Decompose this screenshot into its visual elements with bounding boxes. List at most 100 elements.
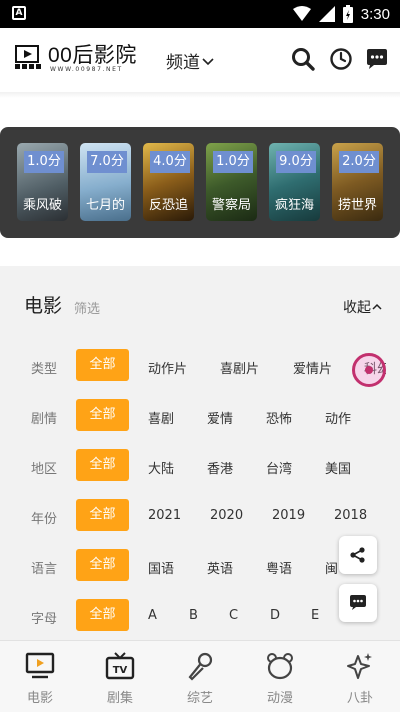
poster-card[interactable]: 9.0分 疯狂海 bbox=[269, 143, 320, 221]
filter-option-all[interactable]: 全部 bbox=[76, 549, 129, 581]
filter-option[interactable]: 台湾 bbox=[266, 458, 292, 477]
poster-card[interactable]: 2.0分 捞世界 bbox=[332, 143, 383, 221]
filter-option[interactable]: 大陆 bbox=[148, 458, 174, 477]
filter-option[interactable]: E bbox=[311, 608, 319, 623]
app-header: 00后影院 WWW.00987.NET 频道 bbox=[0, 28, 400, 92]
filter-row-label: 年份 bbox=[31, 512, 58, 527]
filter-option-all[interactable]: 全部 bbox=[76, 449, 129, 481]
filter-option[interactable]: 动作片 bbox=[148, 358, 187, 377]
filter-row-label: 语言 bbox=[31, 562, 58, 577]
score-badge: 2.0分 bbox=[339, 151, 379, 173]
filter-option-all[interactable]: 全部 bbox=[76, 349, 129, 381]
tab-label: 动漫 bbox=[266, 691, 293, 706]
filter-option[interactable]: 香港 bbox=[207, 458, 233, 477]
bottom-navigation: 电影 TV 剧集 综艺 动漫 八卦 bbox=[0, 640, 400, 712]
status-bar: A 3:30 bbox=[0, 0, 400, 28]
signal-icon bbox=[318, 6, 335, 22]
filter-option[interactable]: 恐怖 bbox=[266, 408, 292, 427]
score-badge: 1.0分 bbox=[213, 151, 253, 173]
poster-title: 乘风破 bbox=[22, 198, 62, 213]
logo-title: 00后影院 bbox=[48, 44, 137, 67]
filter-option[interactable]: 2020 bbox=[210, 508, 243, 523]
filter-option[interactable]: 爱情 bbox=[207, 408, 233, 427]
filter-row-label: 剧情 bbox=[31, 412, 58, 427]
score-badge: 7.0分 bbox=[87, 151, 127, 173]
bear-icon bbox=[267, 653, 293, 680]
channel-dropdown[interactable]: 频道 bbox=[166, 48, 214, 73]
filter-option[interactable]: 闽 bbox=[325, 558, 338, 577]
filter-option[interactable]: 国语 bbox=[148, 558, 174, 577]
poster-title: 捞世界 bbox=[337, 198, 377, 213]
filter-option[interactable]: 美国 bbox=[325, 458, 351, 477]
message-icon[interactable] bbox=[364, 46, 390, 72]
filter-option[interactable]: 爱情片 bbox=[293, 358, 332, 377]
tab-anime[interactable]: 动漫 bbox=[240, 641, 320, 712]
collapse-button[interactable]: 收起 bbox=[343, 297, 382, 317]
collapse-label: 收起 bbox=[343, 300, 371, 316]
chat-button[interactable] bbox=[339, 584, 377, 622]
score-badge: 4.0分 bbox=[150, 151, 190, 173]
header-shadow bbox=[0, 92, 400, 98]
tv-icon: TV bbox=[105, 652, 135, 680]
logo-film-icon bbox=[15, 45, 41, 69]
share-button[interactable] bbox=[339, 536, 377, 574]
chevron-up-icon bbox=[372, 303, 382, 310]
poster-title: 七月的 bbox=[85, 198, 125, 213]
search-icon[interactable] bbox=[290, 46, 316, 72]
filter-option[interactable]: B bbox=[189, 608, 198, 623]
filter-row-label: 字母 bbox=[31, 612, 58, 627]
history-icon[interactable] bbox=[328, 46, 354, 72]
filter-option-all[interactable]: 全部 bbox=[76, 599, 129, 631]
filter-option-all[interactable]: 全部 bbox=[76, 499, 129, 531]
wifi-icon bbox=[292, 6, 311, 21]
svg-text:TV: TV bbox=[113, 665, 128, 676]
clock: 3:30 bbox=[360, 5, 390, 23]
battery-icon bbox=[342, 5, 353, 23]
app-logo[interactable]: 00后影院 WWW.00987.NET bbox=[14, 40, 144, 76]
filter-option[interactable]: 粤语 bbox=[266, 558, 292, 577]
filter-option[interactable]: 2018 bbox=[334, 508, 367, 523]
score-badge: 9.0分 bbox=[276, 151, 316, 173]
filter-option[interactable]: C bbox=[229, 608, 238, 623]
tab-label: 电影 bbox=[26, 691, 53, 706]
poster-title: 反恐追 bbox=[148, 198, 188, 213]
movie-icon bbox=[25, 652, 55, 679]
status-icons: 3:30 bbox=[292, 4, 390, 24]
filter-option[interactable]: 2021 bbox=[148, 508, 181, 523]
filter-subtitle: 筛选 bbox=[74, 302, 101, 317]
filter-row-label: 类型 bbox=[31, 362, 58, 377]
filter-option-all[interactable]: 全部 bbox=[76, 399, 129, 431]
channel-label: 频道 bbox=[166, 53, 200, 73]
filter-option[interactable]: 喜剧 bbox=[148, 408, 174, 427]
tab-label: 八卦 bbox=[346, 691, 373, 706]
tab-series[interactable]: TV 剧集 bbox=[80, 641, 160, 712]
filter-option[interactable]: A bbox=[148, 608, 157, 623]
tab-variety[interactable]: 综艺 bbox=[160, 641, 240, 712]
poster-card[interactable]: 4.0分 反恐追 bbox=[143, 143, 194, 221]
score-badge: 1.0分 bbox=[24, 151, 64, 173]
poster-title: 警察局 bbox=[211, 198, 251, 213]
share-icon bbox=[350, 547, 365, 563]
tab-gossip[interactable]: 八卦 bbox=[320, 641, 400, 712]
category-title: 电影 bbox=[24, 295, 63, 317]
app-notification-icon: A bbox=[12, 6, 26, 20]
tab-label: 剧集 bbox=[106, 691, 133, 706]
filter-option[interactable]: D bbox=[270, 608, 280, 623]
poster-title: 疯狂海 bbox=[274, 198, 314, 213]
filter-row-label: 地区 bbox=[31, 462, 58, 477]
filter-option[interactable]: 英语 bbox=[207, 558, 233, 577]
filter-option[interactable]: 动作 bbox=[325, 408, 351, 427]
tab-label: 综艺 bbox=[186, 691, 213, 706]
filter-option[interactable]: 2019 bbox=[272, 508, 305, 523]
poster-card[interactable]: 1.0分 乘风破 bbox=[17, 143, 68, 221]
sparkle-icon bbox=[347, 653, 372, 679]
filter-option[interactable]: 喜剧片 bbox=[220, 358, 259, 377]
microphone-icon bbox=[188, 652, 213, 681]
chat-icon bbox=[350, 595, 366, 610]
chevron-down-icon bbox=[202, 57, 214, 65]
poster-card[interactable]: 7.0分 七月的 bbox=[80, 143, 131, 221]
touch-indicator bbox=[352, 353, 386, 387]
tab-movie[interactable]: 电影 bbox=[0, 641, 80, 712]
movie-strip: 1.0分 乘风破 7.0分 七月的 4.0分 反恐追 1.0分 警察局 9.0分… bbox=[0, 127, 400, 238]
poster-card[interactable]: 1.0分 警察局 bbox=[206, 143, 257, 221]
